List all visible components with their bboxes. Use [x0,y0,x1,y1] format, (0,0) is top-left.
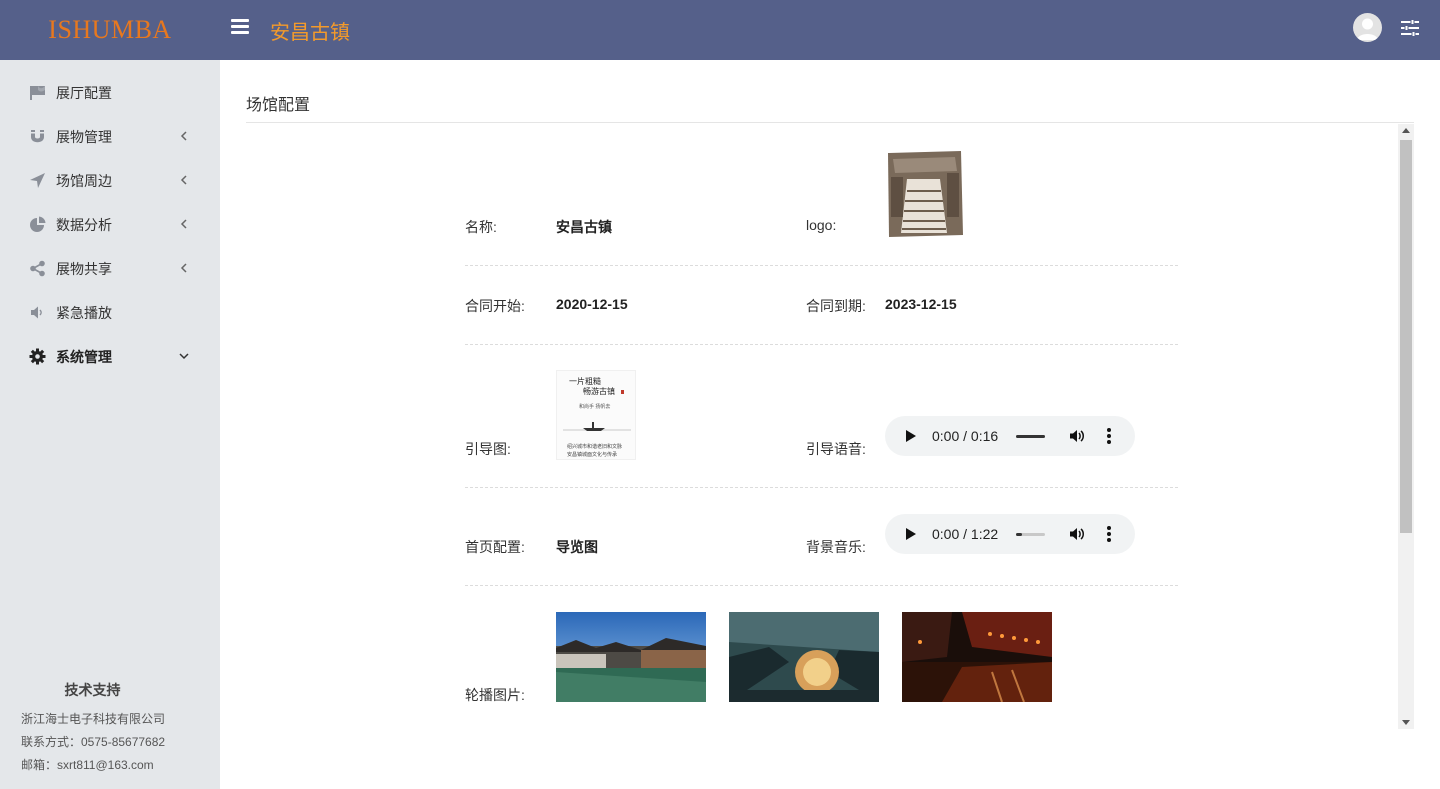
sidebar-item-label: 紧急播放 [56,305,112,321]
chevron-down-icon [178,349,190,361]
name-label: 名称: [465,219,497,235]
row-divider [465,344,1178,345]
sidebar-item-emergency-play[interactable]: 紧急播放 [0,290,220,334]
main-content: 场馆配置 名称: 安昌古镇 logo: 合同开始: 2020-12-15 合同到… [220,60,1440,789]
scroll-up-arrow-icon[interactable] [1402,128,1410,133]
carousel-image-1[interactable] [556,612,706,702]
sidebar-item-exhibit-hall[interactable]: 展厅配置 [0,70,220,114]
guide-image-line3: 和尚手 扬帆去 [579,404,611,410]
carousel-label: 轮播图片: [465,687,525,703]
volume-icon[interactable] [1069,526,1085,542]
home-config-label: 首页配置: [465,539,525,555]
name-value: 安昌古镇 [556,219,612,235]
volume-icon [29,304,46,321]
sidebar-item-label: 数据分析 [56,217,112,233]
brand-logo[interactable]: ISHUMBA [0,0,220,60]
share-icon [29,260,46,277]
sidebar-item-label: 系统管理 [56,349,112,365]
sliders-icon[interactable] [1400,19,1420,37]
row-divider [465,585,1178,586]
guide-image-label: 引导图: [465,441,511,457]
guide-voice-label: 引导语音: [806,441,866,457]
sidebar-item-analytics[interactable]: 数据分析 [0,202,220,246]
guide-image-line2: 畅游古镇 [583,387,615,396]
volume-icon[interactable] [1069,428,1085,444]
more-options-icon[interactable] [1107,526,1111,542]
support-company: 浙江海士电子科技有限公司 [21,712,166,726]
chevron-left-icon [178,261,190,273]
page-title: 场馆配置 [246,97,311,114]
sidebar-item-system[interactable]: 系统管理 [0,334,220,378]
chevron-left-icon [178,129,190,141]
support-phone: 联系方式：0575-85677682 [21,735,166,749]
venue-logo-image [885,149,965,239]
volume-slider[interactable] [1016,533,1045,536]
contract-start-label: 合同开始: [465,298,525,314]
sidebar-item-label: 展物管理 [56,129,112,145]
carousel-image-3[interactable] [902,612,1052,702]
guide-image[interactable]: 一片粗糙 畅游古镇 和尚手 扬帆去 绍兴城市和谐老旧和文脉 安昌镇城面文化与传承 [556,370,636,460]
scroll-thumb[interactable] [1400,140,1412,533]
content-scrollbar[interactable] [1398,124,1414,729]
sidebar: 展厅配置 展物管理 场馆周边 数据分析 展物共享 紧急播放 系统管理 技术支持 … [0,60,220,789]
avatar[interactable] [1353,13,1382,42]
sidebar-item-sharing[interactable]: 展物共享 [0,246,220,290]
guide-image-footer1: 绍兴城市和谐老旧和文脉 [567,444,623,450]
seal-mark [621,390,624,394]
chevron-left-icon [178,217,190,229]
sidebar-item-label: 展物共享 [56,261,112,277]
row-divider [465,487,1178,488]
title-divider [246,122,1414,123]
location-arrow-icon [29,172,46,189]
sidebar-item-surroundings[interactable]: 场馆周边 [0,158,220,202]
contract-start-value: 2020-12-15 [556,296,628,312]
contract-end-value: 2023-12-15 [885,296,957,312]
top-bar: ISHUMBA 安昌古镇 [0,0,1440,60]
home-config-value: 导览图 [556,539,598,555]
sidebar-item-exhibits[interactable]: 展物管理 [0,114,220,158]
chevron-left-icon [178,173,190,185]
gear-icon [29,348,46,365]
sidebar-item-label: 场馆周边 [56,173,112,189]
venue-title: 安昌古镇 [270,22,350,44]
play-icon[interactable] [906,528,916,540]
contract-end-label: 合同到期: [806,298,866,314]
audio-time: 0:00 / 1:22 [932,526,999,542]
guide-voice-player[interactable]: 0:00 / 0:16 [885,416,1135,456]
support-title: 技术支持 [64,682,121,698]
scroll-down-arrow-icon[interactable] [1402,720,1410,725]
bg-music-label: 背景音乐: [806,539,866,555]
menu-toggle-icon[interactable] [231,19,249,35]
row-divider [465,265,1178,266]
guide-image-footer2: 安昌镇城面文化与传承 [567,452,618,458]
audio-time: 0:00 / 0:16 [932,428,999,444]
logo-label: logo: [806,217,837,233]
volume-slider[interactable] [1016,435,1045,438]
sidebar-item-label: 展厅配置 [56,85,112,101]
pie-chart-icon [29,216,46,233]
carousel-image-2[interactable] [729,612,879,702]
bg-music-player[interactable]: 0:00 / 1:22 [885,514,1135,554]
support-email: 邮箱：sxrt811@163.com [21,758,154,772]
magnet-icon [29,128,46,145]
more-options-icon[interactable] [1107,428,1111,444]
flag-icon [29,84,46,101]
play-icon[interactable] [906,430,916,442]
